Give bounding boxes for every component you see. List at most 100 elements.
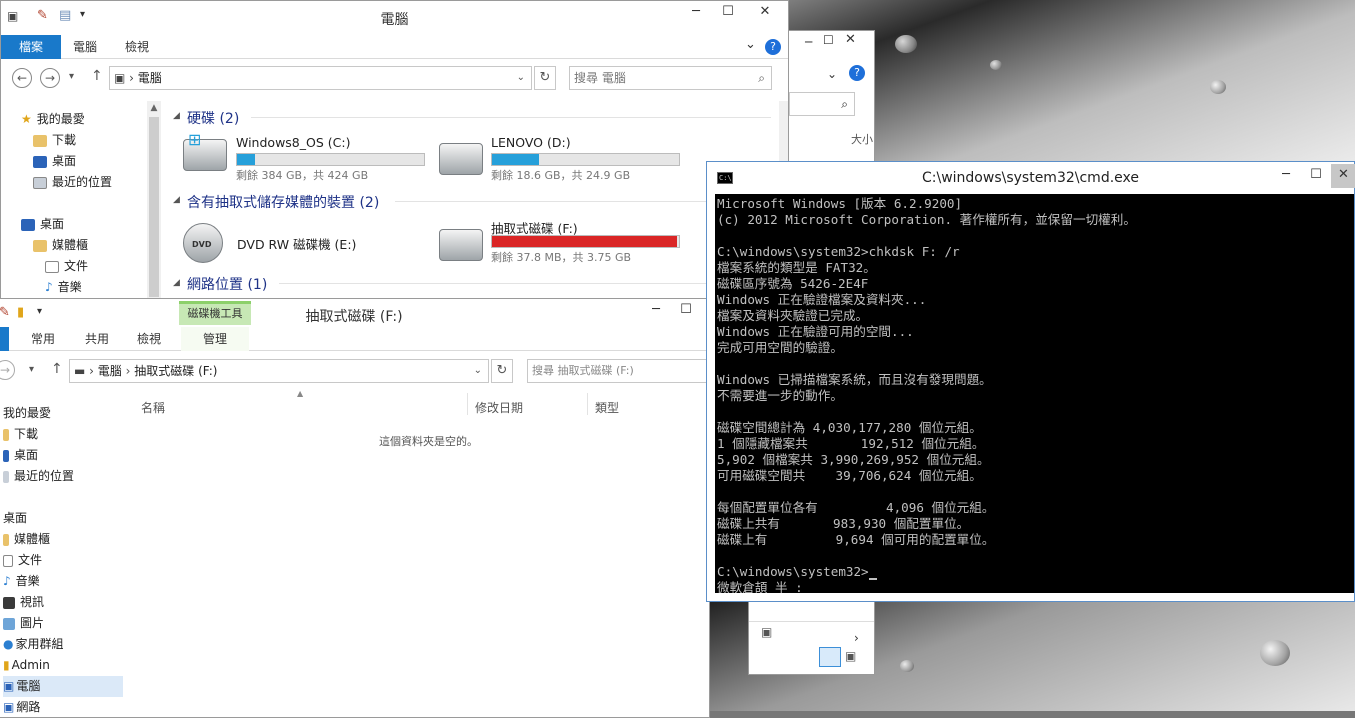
address-dropdown-icon[interactable]: ⌄ — [517, 67, 525, 89]
size-column-header[interactable]: 大小 — [851, 131, 873, 147]
large-icons-view-button[interactable]: ▣ — [845, 649, 856, 663]
title-bar[interactable]: ▣ ✎ ▤ ▾ 電腦 ─ ☐ ✕ — [1, 1, 788, 31]
maximize-button[interactable]: ☐ — [1301, 164, 1331, 188]
title-bar[interactable]: ✎ ▮ ▾ 磁碟機工具 抽取式磁碟 (F:) ─ ☐ — [0, 299, 709, 327]
minimize-button[interactable]: ─ — [681, 1, 711, 25]
close-button[interactable]: ✕ — [845, 32, 856, 47]
tab-computer[interactable]: 電腦 — [63, 35, 107, 59]
search-input[interactable]: ⌕ — [789, 92, 855, 116]
scroll-up-icon[interactable]: ▲ — [147, 103, 161, 113]
nav-downloads[interactable]: 下載 — [3, 424, 38, 445]
nav-label: 音樂 — [57, 280, 82, 294]
chevron-down-icon[interactable]: ⌄ — [745, 37, 756, 52]
nav-recent[interactable]: 最近的位置 — [3, 466, 74, 487]
tab-view[interactable]: 檢視 — [131, 327, 167, 351]
tab-share[interactable]: 共用 — [79, 327, 115, 351]
tab-manage[interactable]: 管理 — [181, 327, 249, 351]
nav-desktop-root[interactable]: 桌面 — [3, 508, 27, 529]
maximize-button[interactable]: ☐ — [823, 33, 834, 47]
sort-ascending-icon: ▲ — [297, 389, 304, 398]
search-input[interactable]: 搜尋 抽取式磁碟 (F:) — [527, 359, 709, 383]
nav-libraries[interactable]: 媒體櫃 — [33, 235, 88, 256]
scrollbar-thumb[interactable] — [149, 117, 159, 297]
collapse-icon[interactable]: ◢ — [173, 111, 180, 121]
group-network-locations[interactable]: 網路位置 (1) — [187, 274, 267, 294]
column-header-date[interactable]: 修改日期 — [475, 399, 523, 416]
title-bar[interactable]: C:\ C:\windows\system32\cmd.exe ─ ☐ ✕ — [707, 162, 1355, 194]
close-button[interactable]: ✕ — [745, 1, 785, 25]
nav-documents[interactable]: 文件 — [3, 550, 42, 571]
column-divider[interactable] — [467, 393, 468, 415]
close-button[interactable]: ✕ — [1331, 164, 1355, 188]
up-button[interactable]: ↑ — [51, 361, 63, 377]
maximize-button[interactable]: ☐ — [671, 299, 701, 323]
ribbon-tabs: 常用 共用 檢視 管理 — [0, 327, 709, 351]
address-part[interactable]: 電腦 — [98, 364, 122, 378]
file-list[interactable]: ▲ 名稱 修改日期 類型 這個資料夾是空的。 — [125, 389, 709, 717]
nav-favorites[interactable]: 我的最愛 — [3, 403, 51, 424]
computer-icon: ▣ — [3, 679, 15, 693]
recent-locations-icon[interactable]: ▾ — [69, 71, 74, 82]
nav-music[interactable]: ♪ 音樂 — [45, 277, 82, 298]
group-divider — [251, 117, 771, 118]
drive-usage-bar — [491, 235, 680, 248]
tab-home[interactable]: 常用 — [25, 327, 61, 351]
collapse-icon[interactable]: ◢ — [173, 195, 180, 205]
minimize-button[interactable]: ─ — [805, 35, 812, 49]
navigation-scrollbar[interactable]: ▲ — [147, 101, 161, 299]
details-view-button[interactable] — [819, 647, 841, 667]
group-hard-drives[interactable]: 硬碟 (2) — [187, 108, 239, 128]
address-part[interactable]: 抽取式磁碟 (F:) — [134, 364, 217, 378]
refresh-button[interactable]: ↻ — [491, 359, 513, 383]
address-dropdown-icon[interactable]: ⌄ — [474, 360, 482, 382]
nav-videos[interactable]: 視訊 — [3, 592, 44, 613]
nav-downloads[interactable]: 下載 — [33, 130, 76, 151]
nav-network[interactable]: ▣ 網路 — [3, 697, 40, 717]
help-icon[interactable]: ? — [849, 65, 865, 81]
tab-file[interactable] — [0, 327, 9, 351]
nav-libraries[interactable]: 媒體櫃 — [3, 529, 50, 550]
nav-recent[interactable]: 最近的位置 — [33, 172, 112, 193]
nav-pictures[interactable]: 圖片 — [3, 613, 44, 634]
minimize-button[interactable]: ─ — [641, 299, 671, 323]
nav-user-admin[interactable]: ▮ Admin — [3, 655, 50, 676]
nav-desktop[interactable]: 桌面 — [33, 151, 76, 172]
nav-desktop[interactable]: 桌面 — [3, 445, 38, 466]
column-header-type[interactable]: 類型 — [595, 399, 619, 416]
help-icon[interactable]: ? — [765, 39, 781, 55]
address-bar[interactable]: ▬ › 電腦 › 抽取式磁碟 (F:) ⌄ — [69, 359, 489, 383]
pictures-icon — [3, 617, 15, 630]
nav-homegroup[interactable]: ● 家用群組 — [3, 634, 64, 655]
cmd-window[interactable]: C:\ C:\windows\system32\cmd.exe ─ ☐ ✕ Mi… — [706, 161, 1355, 602]
tab-file[interactable]: 檔案 — [1, 35, 61, 59]
computer-explorer-window[interactable]: ▣ ✎ ▤ ▾ 電腦 ─ ☐ ✕ 檔案 電腦 檢視 ⌄ ? ← → ▾ ↑ ▣ … — [0, 0, 789, 300]
column-header-name[interactable]: 名稱 — [141, 399, 165, 416]
nav-desktop-root[interactable]: 桌面 — [21, 214, 64, 235]
collapse-icon[interactable]: ◢ — [173, 278, 180, 288]
removable-disk-explorer-window[interactable]: ✎ ▮ ▾ 磁碟機工具 抽取式磁碟 (F:) ─ ☐ 常用 共用 檢視 管理 →… — [0, 298, 710, 718]
scroll-right-icon[interactable]: › — [854, 631, 859, 645]
nav-documents[interactable]: 文件 — [45, 256, 88, 277]
nav-favorites[interactable]: ★ 我的最愛 — [21, 109, 85, 130]
nav-computer[interactable]: ▣ 電腦 — [3, 676, 123, 697]
empty-folder-message: 這個資料夾是空的。 — [379, 435, 478, 448]
console-output[interactable]: Microsoft Windows [版本 6.2.9200] (c) 2012 … — [715, 194, 1354, 593]
group-removable-storage[interactable]: 含有抽取式儲存媒體的裝置 (2) — [187, 192, 379, 212]
maximize-button[interactable]: ☐ — [713, 1, 743, 25]
search-input[interactable]: 搜尋 電腦 ⌕ — [569, 66, 772, 90]
minimize-button[interactable]: ─ — [1271, 164, 1301, 188]
forward-button[interactable]: → — [40, 68, 60, 88]
console-line: 不需要進一步的動作。 — [717, 388, 843, 403]
column-divider[interactable] — [587, 393, 588, 415]
forward-button[interactable]: → — [0, 360, 15, 380]
up-button[interactable]: ↑ — [91, 68, 103, 84]
tab-view[interactable]: 檢視 — [115, 35, 159, 59]
refresh-button[interactable]: ↻ — [534, 66, 556, 90]
back-button[interactable]: ← — [12, 68, 32, 88]
recent-locations-icon[interactable]: ▾ — [29, 364, 34, 375]
chevron-down-icon[interactable]: ⌄ — [827, 67, 837, 81]
address-bar[interactable]: ▣ › 電腦 ⌄ — [109, 66, 532, 90]
nav-label: Admin — [11, 658, 50, 672]
nav-music[interactable]: ♪ 音樂 — [3, 571, 40, 592]
